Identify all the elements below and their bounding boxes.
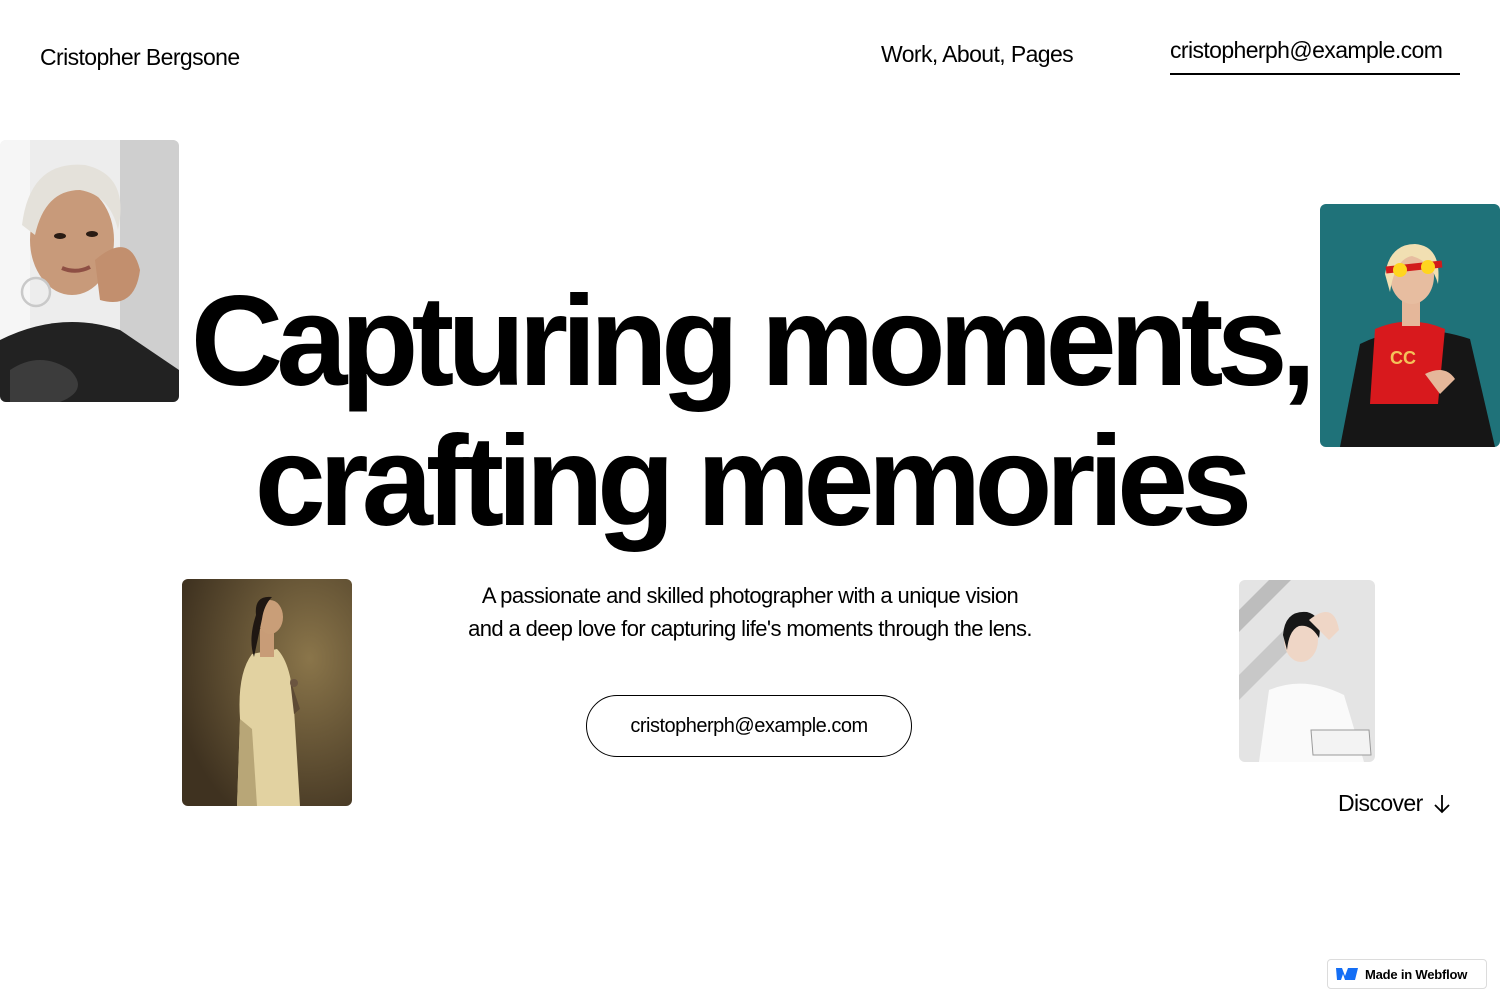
intro-text: A passionate and skilled photographer wi… [400,579,1100,645]
photo-portrait-white-shirt [1239,580,1375,762]
nav-menu[interactable]: Work, About, Pages [881,41,1074,68]
intro-line-1: A passionate and skilled photographer wi… [481,583,1019,608]
photo-portrait-white-shirt-image [1239,580,1375,762]
made-in-webflow-badge[interactable]: Made in Webflow [1327,959,1487,989]
discover-label: Discover [1338,790,1423,816]
hero-heading-line-2: crafting memories [254,410,1253,553]
hero-heading-line-1: Capturing moments, [190,270,1317,413]
site-brand[interactable]: Cristopher Bergsone [40,44,240,71]
email-cta-button[interactable]: cristopherph@example.com [586,695,912,757]
header-email-link[interactable]: cristopherph@example.com [1170,37,1460,75]
arrow-down-icon [1434,794,1450,813]
discover-link[interactable]: Discover [1338,790,1451,817]
badge-label: Made in Webflow [1365,966,1468,982]
intro-line-2: and a deep love for capturing life's mom… [468,616,1032,641]
photo-portrait-beige-coat [182,579,352,806]
photo-portrait-beige-coat-image [182,579,352,806]
webflow-logo-icon [1336,968,1358,980]
